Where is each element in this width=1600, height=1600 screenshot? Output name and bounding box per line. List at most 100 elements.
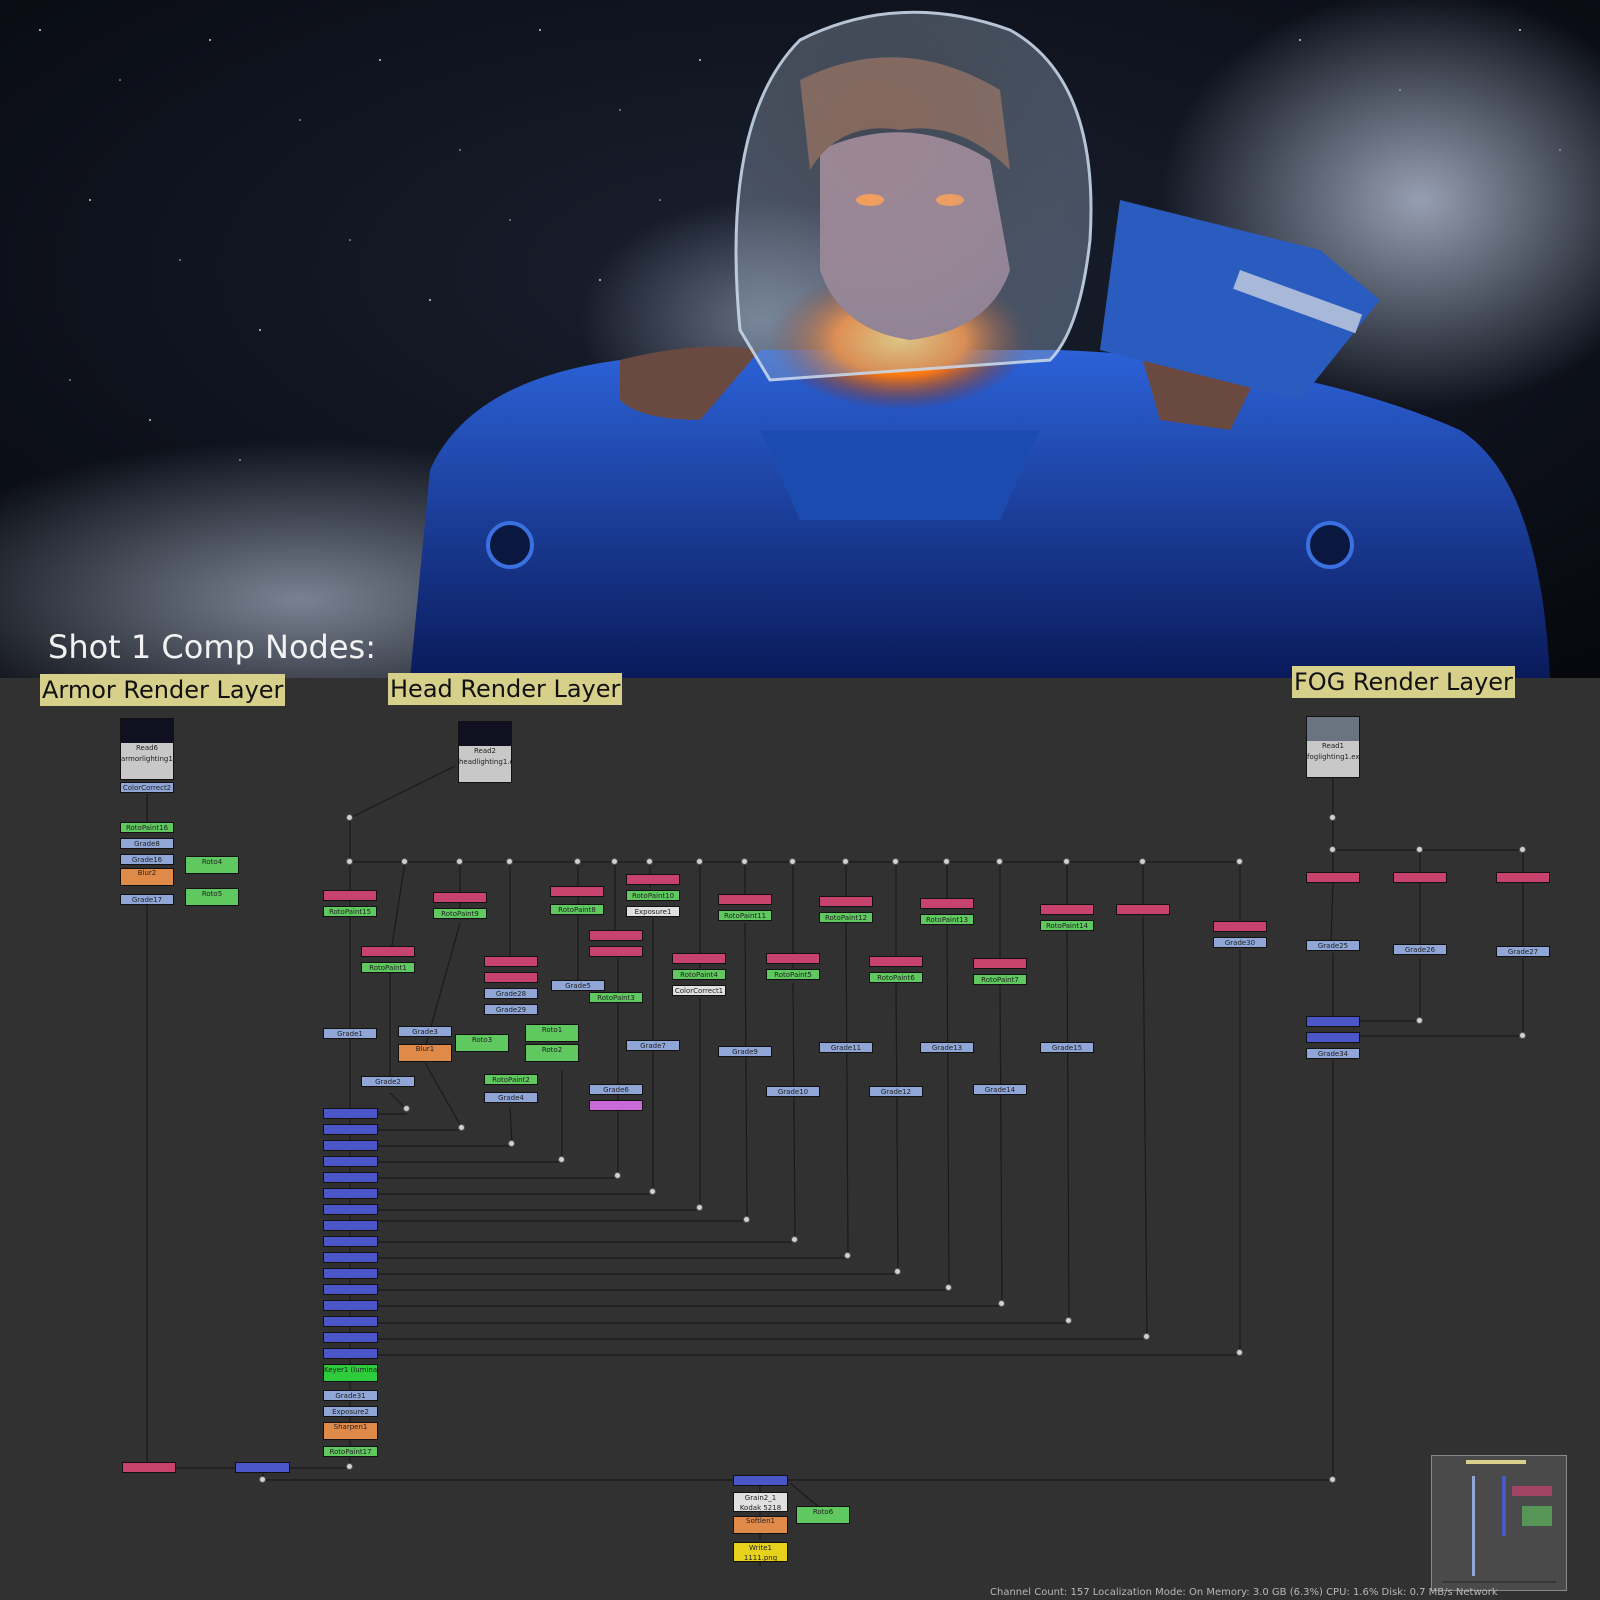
dot-node[interactable]: [1139, 858, 1146, 865]
dot-node[interactable]: [1519, 846, 1526, 853]
merge-node[interactable]: [323, 1268, 378, 1279]
dot-node[interactable]: [996, 858, 1003, 865]
node-shuffle[interactable]: [550, 886, 604, 897]
node-grade10[interactable]: Grade10: [766, 1086, 820, 1097]
node-grade7[interactable]: Grade7: [626, 1040, 680, 1051]
merge-node[interactable]: [1306, 1016, 1360, 1027]
node-shuffle[interactable]: [920, 898, 974, 909]
node-grade34[interactable]: Grade34: [1306, 1048, 1360, 1059]
dot-node[interactable]: [259, 1476, 266, 1483]
dot-node[interactable]: [611, 858, 618, 865]
node-rotopaint16[interactable]: RotoPaint16: [120, 822, 174, 833]
node-shuffle[interactable]: [323, 890, 377, 901]
node-grade5[interactable]: Grade5: [551, 980, 605, 991]
read-node-armor[interactable]: Read6 armorlighting1.exr: [120, 718, 174, 780]
merge-node[interactable]: [323, 1252, 378, 1263]
node-shuffle[interactable]: [122, 1462, 176, 1473]
dot-node[interactable]: [574, 858, 581, 865]
node-grade8[interactable]: Grade8: [120, 838, 174, 849]
merge-node[interactable]: [733, 1475, 788, 1486]
dot-node[interactable]: [844, 1252, 851, 1259]
node-grade30[interactable]: Grade30: [1213, 937, 1267, 948]
dot-node[interactable]: [508, 1140, 515, 1147]
node-rotopaint6[interactable]: RotoPaint6: [869, 972, 923, 983]
node-rotopaint1[interactable]: RotoPaint1: [361, 962, 415, 973]
node-shuffle[interactable]: [718, 894, 772, 905]
dot-node[interactable]: [789, 858, 796, 865]
node-grain2-1[interactable]: Grain2_1 Kodak 5218: [733, 1492, 788, 1512]
dot-node[interactable]: [743, 1216, 750, 1223]
dot-node[interactable]: [649, 1188, 656, 1195]
node-exposure1[interactable]: Exposure1: [626, 906, 680, 917]
node-shuffle[interactable]: [589, 930, 643, 941]
merge-node[interactable]: [1306, 1032, 1360, 1043]
node-rotopaint5[interactable]: RotoPaint5: [766, 969, 820, 980]
node-shuffle[interactable]: [1116, 904, 1170, 915]
dot-node[interactable]: [1236, 858, 1243, 865]
node-grade26[interactable]: Grade26: [1393, 944, 1447, 955]
node-grade11[interactable]: Grade11: [819, 1042, 873, 1053]
dot-node[interactable]: [646, 858, 653, 865]
node-shuffle[interactable]: [589, 946, 643, 957]
node-roto3[interactable]: Roto3: [455, 1034, 509, 1052]
dot-node[interactable]: [506, 858, 513, 865]
dot-node[interactable]: [1143, 1333, 1150, 1340]
node-blur1[interactable]: Blur1: [398, 1044, 452, 1062]
node-grade9[interactable]: Grade9: [718, 1046, 772, 1057]
merge-node[interactable]: [235, 1462, 290, 1473]
merge-node[interactable]: [323, 1220, 378, 1231]
node-shuffle[interactable]: [819, 896, 873, 907]
merge-node[interactable]: [323, 1140, 378, 1151]
dot-node[interactable]: [456, 858, 463, 865]
dot-node[interactable]: [741, 858, 748, 865]
dot-node[interactable]: [892, 858, 899, 865]
merge-node[interactable]: [323, 1316, 378, 1327]
node-soften1[interactable]: Softlen1: [733, 1516, 788, 1534]
node-shuffle[interactable]: [973, 958, 1027, 969]
merge-node[interactable]: [323, 1348, 378, 1359]
dot-node[interactable]: [1065, 1317, 1072, 1324]
node-rotopaint9[interactable]: RotoPaint9: [433, 908, 487, 919]
node-blur2[interactable]: Blur2: [120, 868, 174, 886]
dot-node[interactable]: [403, 1105, 410, 1112]
node-roto1[interactable]: Roto1: [525, 1024, 579, 1042]
node-roto6[interactable]: Roto6: [796, 1506, 850, 1524]
node-graph-minimap[interactable]: [1431, 1455, 1567, 1591]
node-grade2[interactable]: Grade2: [361, 1076, 415, 1087]
dot-node[interactable]: [1236, 1349, 1243, 1356]
node-grade1[interactable]: Grade1: [323, 1028, 377, 1039]
node-colorcorrect2[interactable]: ColorCorrect2: [120, 782, 174, 793]
read-node-head[interactable]: Read2 headlighting1.exr: [458, 721, 512, 783]
dot-node[interactable]: [346, 814, 353, 821]
merge-node[interactable]: [323, 1332, 378, 1343]
node-grade3[interactable]: Grade3: [398, 1026, 452, 1037]
node-grade16[interactable]: Grade16: [120, 854, 174, 865]
node-shuffle[interactable]: [1306, 872, 1360, 883]
node-shuffle[interactable]: [1213, 921, 1267, 932]
dot-node[interactable]: [945, 1284, 952, 1291]
merge-node[interactable]: [323, 1188, 378, 1199]
dot-node[interactable]: [458, 1124, 465, 1131]
dot-node[interactable]: [401, 858, 408, 865]
node-rotopaint11[interactable]: RotoPaint11: [718, 910, 772, 921]
node-rotopaint2[interactable]: RotoPaint2: [484, 1074, 538, 1085]
node-rotopaint7[interactable]: RotoPaint7: [973, 974, 1027, 985]
dot-node[interactable]: [696, 858, 703, 865]
node-rotopaint10[interactable]: RotoPaint10: [626, 890, 680, 901]
merge-node[interactable]: [323, 1156, 378, 1167]
node-exposure2[interactable]: ColorCorrect1: [672, 985, 726, 996]
node-rotopaint17[interactable]: RotoPaint17: [323, 1446, 378, 1457]
node-graph[interactable]: Armor Render Layer Head Render Layer FOG…: [0, 666, 1600, 1600]
backdrop-head[interactable]: Head Render Layer: [388, 673, 623, 705]
node-grade28[interactable]: Grade28: [484, 988, 538, 999]
node-shuffle[interactable]: [766, 953, 820, 964]
backdrop-fog[interactable]: FOG Render Layer: [1292, 666, 1515, 698]
node-colorcorrect1[interactable]: Exposure2: [323, 1406, 378, 1417]
node-roto4[interactable]: Roto4: [185, 856, 239, 874]
merge-node[interactable]: [323, 1300, 378, 1311]
dot-node[interactable]: [346, 1463, 353, 1470]
read-node-fog[interactable]: Read1 foglighting1.exr: [1306, 716, 1360, 778]
node-shuffle[interactable]: [1040, 904, 1094, 915]
dot-node[interactable]: [696, 1204, 703, 1211]
node-grade25[interactable]: Grade25: [1306, 940, 1360, 951]
